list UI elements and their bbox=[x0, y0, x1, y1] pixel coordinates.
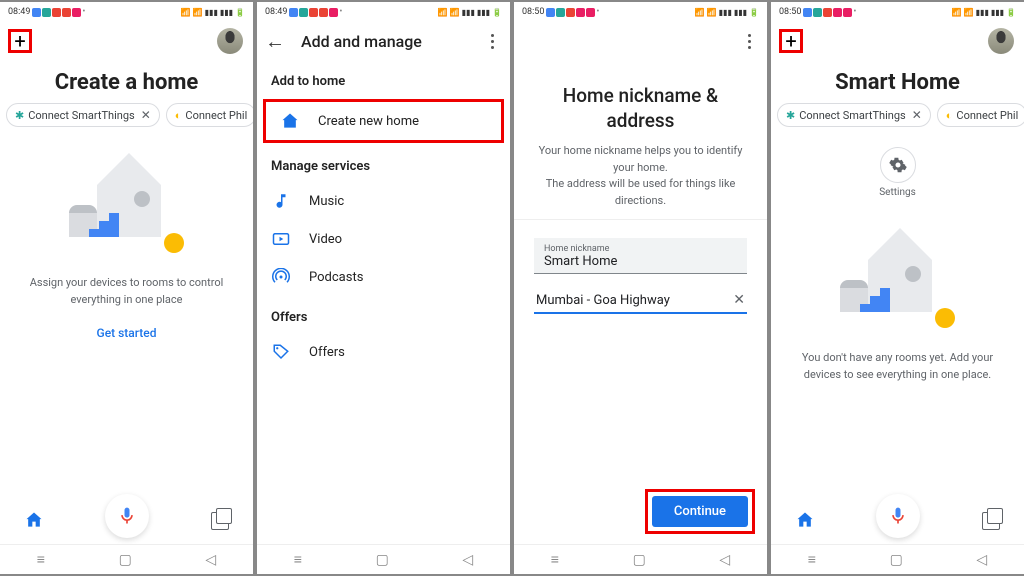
close-icon[interactable]: ✕ bbox=[141, 108, 151, 122]
get-started-button[interactable]: Get started bbox=[0, 326, 253, 340]
home-button[interactable]: ▢ bbox=[119, 552, 132, 568]
music-icon bbox=[271, 191, 291, 211]
clock: 08:50 bbox=[779, 7, 801, 17]
page-title: Add and manage bbox=[301, 32, 422, 51]
close-icon[interactable]: ✕ bbox=[912, 108, 922, 122]
screen-add-manage: 08:49 • 📶 📶 ▮▮▮ ▮▮▮ 🔋 ← Add and manage A… bbox=[257, 2, 510, 574]
home-icon bbox=[280, 111, 300, 131]
assistant-mic-button[interactable] bbox=[105, 494, 149, 538]
back-button[interactable]: ◁ bbox=[205, 552, 216, 568]
video-icon bbox=[271, 229, 291, 249]
back-button[interactable]: ◁ bbox=[462, 552, 473, 568]
assistant-mic-button[interactable] bbox=[876, 494, 920, 538]
item-create-new-home[interactable]: Create new home bbox=[263, 99, 504, 143]
helper-text: Assign your devices to rooms to controle… bbox=[0, 275, 253, 308]
home-button[interactable]: ▢ bbox=[376, 552, 389, 568]
section-manage-services: Manage services bbox=[257, 145, 510, 182]
podcasts-icon bbox=[271, 267, 291, 287]
suggestion-chips: ✱Connect SmartThings✕ ◐Connect Phil bbox=[771, 95, 1024, 135]
nickname-value: Smart Home bbox=[544, 254, 737, 269]
helper-text: You don't have any rooms yet. Add yourde… bbox=[771, 350, 1024, 383]
item-offers[interactable]: Offers bbox=[257, 333, 510, 371]
nickname-label: Home nickname bbox=[544, 244, 737, 254]
chip-smartthings[interactable]: ✱Connect SmartThings✕ bbox=[777, 103, 931, 127]
account-avatar[interactable] bbox=[217, 28, 243, 54]
chip-philips[interactable]: ◐Connect Phil bbox=[937, 103, 1024, 127]
account-avatar[interactable] bbox=[988, 28, 1014, 54]
app-bar: + bbox=[0, 22, 253, 60]
page-title: Home nickname & address bbox=[514, 84, 767, 133]
more-icon[interactable] bbox=[739, 29, 759, 53]
add-button[interactable]: + bbox=[779, 29, 803, 53]
chip-philips[interactable]: ◐Connect Phil bbox=[166, 103, 253, 127]
item-podcasts[interactable]: Podcasts bbox=[257, 258, 510, 296]
back-button[interactable]: ◁ bbox=[976, 552, 987, 568]
section-offers: Offers bbox=[257, 296, 510, 333]
house-illustration bbox=[62, 153, 192, 263]
chip-smartthings[interactable]: ✱Connect SmartThings✕ bbox=[6, 103, 160, 127]
status-bar: 08:50 • 📶 📶 ▮▮▮ ▮▮▮ 🔋 bbox=[771, 2, 1024, 22]
section-add-to-home: Add to home bbox=[257, 60, 510, 97]
screen-create-home: 08:49 • 📶 📶 ▮▮▮ ▮▮▮ 🔋 + Create a home ✱C… bbox=[0, 2, 253, 574]
home-button[interactable]: ▢ bbox=[633, 552, 646, 568]
helper-text: Your home nickname helps you to identify… bbox=[514, 133, 767, 220]
item-video[interactable]: Video bbox=[257, 220, 510, 258]
app-bar: + bbox=[771, 22, 1024, 60]
clock: 08:49 bbox=[8, 7, 30, 17]
back-button[interactable]: ◁ bbox=[719, 552, 730, 568]
system-navbar: ≡ ▢ ◁ bbox=[0, 544, 253, 574]
home-button[interactable]: ▢ bbox=[890, 552, 903, 568]
status-icons: 📶 📶 ▮▮▮ ▮▮▮ 🔋 bbox=[952, 8, 1016, 17]
house-illustration bbox=[833, 228, 963, 338]
status-bar: 08:49 • 📶 📶 ▮▮▮ ▮▮▮ 🔋 bbox=[257, 2, 510, 22]
system-navbar: ≡ ▢ ◁ bbox=[514, 544, 767, 574]
address-field[interactable]: Mumbai - Goa Highway ✕ bbox=[534, 286, 747, 314]
app-bar: ← Add and manage bbox=[257, 22, 510, 60]
back-icon[interactable]: ← bbox=[265, 29, 285, 54]
recents-button[interactable]: ≡ bbox=[37, 551, 45, 568]
status-bar: 08:49 • 📶 📶 ▮▮▮ ▮▮▮ 🔋 bbox=[0, 2, 253, 22]
status-icons: 📶 📶 ▮▮▮ ▮▮▮ 🔋 bbox=[181, 8, 245, 17]
system-navbar: ≡ ▢ ◁ bbox=[771, 544, 1024, 574]
screen-smart-home: 08:50 • 📶 📶 ▮▮▮ ▮▮▮ 🔋 + Smart Home ✱Conn… bbox=[771, 2, 1024, 574]
recents-button[interactable]: ≡ bbox=[551, 551, 559, 568]
recents-button[interactable]: ≡ bbox=[294, 551, 302, 568]
page-title: Smart Home bbox=[771, 70, 1024, 95]
address-value: Mumbai - Goa Highway bbox=[536, 293, 670, 308]
continue-button[interactable]: Continue bbox=[652, 496, 748, 527]
recents-button[interactable]: ≡ bbox=[808, 551, 816, 568]
item-music[interactable]: Music bbox=[257, 182, 510, 220]
add-button[interactable]: + bbox=[8, 29, 32, 53]
clock: 08:50 bbox=[522, 7, 544, 17]
clear-address-icon[interactable]: ✕ bbox=[733, 292, 745, 308]
status-icons: 📶 📶 ▮▮▮ ▮▮▮ 🔋 bbox=[695, 8, 759, 17]
status-bar: 08:50 • 📶 📶 ▮▮▮ ▮▮▮ 🔋 bbox=[514, 2, 767, 22]
settings-label: Settings bbox=[771, 187, 1024, 198]
app-bar bbox=[514, 22, 767, 60]
settings-button[interactable] bbox=[880, 147, 916, 183]
more-icon[interactable] bbox=[482, 29, 502, 53]
system-navbar: ≡ ▢ ◁ bbox=[257, 544, 510, 574]
nickname-field[interactable]: Home nickname Smart Home bbox=[534, 238, 747, 274]
suggestion-chips: ✱Connect SmartThings✕ ◐Connect Phil bbox=[0, 95, 253, 135]
tag-icon bbox=[271, 342, 291, 362]
discover-tab-icon[interactable] bbox=[982, 512, 1000, 530]
discover-tab-icon[interactable] bbox=[211, 512, 229, 530]
clock: 08:49 bbox=[265, 7, 287, 17]
screen-nickname-address: 08:50 • 📶 📶 ▮▮▮ ▮▮▮ 🔋 Home nickname & ad… bbox=[514, 2, 767, 574]
status-icons: 📶 📶 ▮▮▮ ▮▮▮ 🔋 bbox=[438, 8, 502, 17]
page-title: Create a home bbox=[0, 70, 253, 95]
